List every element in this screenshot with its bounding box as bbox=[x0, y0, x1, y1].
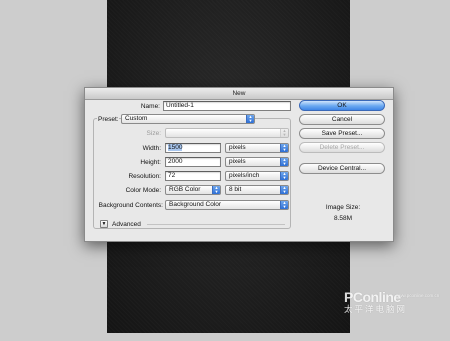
width-label: Width: bbox=[142, 145, 161, 152]
device-central-button[interactable]: Device Central... bbox=[299, 163, 385, 174]
resolution-label: Resolution: bbox=[128, 173, 161, 180]
color-mode-select[interactable]: RGB Color ▲ ▼ bbox=[165, 185, 221, 195]
width-unit-select[interactable]: pixels ▲ ▼ bbox=[225, 143, 289, 153]
chevron-up-down-icon: ▲ ▼ bbox=[280, 158, 288, 166]
chevron-up-down-icon: ▲ ▼ bbox=[280, 129, 288, 137]
background-contents-select[interactable]: Background Color ▲ ▼ bbox=[165, 200, 289, 210]
image-size-label: Image Size: bbox=[325, 204, 361, 211]
width-value: 1500 bbox=[168, 144, 183, 151]
preset-value: Custom bbox=[125, 115, 148, 122]
name-field[interactable]: Untitled-1 bbox=[163, 101, 291, 111]
watermark-url: www.pconline.com.cn bbox=[396, 293, 440, 298]
name-value: Untitled-1 bbox=[166, 102, 194, 109]
resolution-unit-select[interactable]: pixels/inch ▲ ▼ bbox=[225, 171, 289, 181]
background-contents-label: Background Contents: bbox=[98, 202, 163, 209]
chevron-up-down-icon: ▲ ▼ bbox=[280, 144, 288, 152]
height-field[interactable]: 2000 bbox=[165, 157, 221, 167]
name-label: Name: bbox=[140, 103, 160, 110]
advanced-divider bbox=[147, 224, 285, 225]
background-contents-value: Background Color bbox=[169, 201, 222, 208]
height-value: 2000 bbox=[168, 158, 183, 165]
save-preset-button[interactable]: Save Preset... bbox=[299, 128, 385, 139]
advanced-label: Advanced bbox=[112, 221, 141, 228]
width-unit: pixels bbox=[229, 144, 246, 151]
size-select[interactable]: ▲ ▼ bbox=[165, 128, 289, 138]
chevron-up-down-icon: ▲ ▼ bbox=[280, 172, 288, 180]
chevron-up-down-icon: ▲ ▼ bbox=[246, 115, 254, 123]
new-document-dialog: New Name: Untitled-1 Preset: Custom ▲ ▼ S… bbox=[84, 87, 394, 242]
watermark-tagline: 太平洋电脑网 bbox=[344, 304, 408, 314]
bit-depth-select[interactable]: 8 bit ▲ ▼ bbox=[225, 185, 289, 195]
cancel-button[interactable]: Cancel bbox=[299, 114, 385, 125]
chevron-up-down-icon: ▲ ▼ bbox=[212, 186, 220, 194]
bit-depth-value: 8 bit bbox=[229, 186, 242, 193]
height-unit: pixels bbox=[229, 158, 246, 165]
height-unit-select[interactable]: pixels ▲ ▼ bbox=[225, 157, 289, 167]
pconline-watermark: PConline www.pconline.com.cn 太平洋电脑网 bbox=[344, 290, 446, 315]
preset-select[interactable]: Custom ▲ ▼ bbox=[121, 114, 255, 124]
color-mode-value: RGB Color bbox=[169, 186, 201, 193]
resolution-value: 72 bbox=[168, 172, 176, 179]
chevron-up-down-icon: ▲ ▼ bbox=[280, 186, 288, 194]
color-mode-label: Color Mode: bbox=[125, 187, 161, 194]
dialog-title: New bbox=[85, 88, 393, 100]
size-label: Size: bbox=[146, 130, 161, 137]
width-field[interactable]: 1500 bbox=[165, 143, 221, 153]
height-label: Height: bbox=[140, 159, 161, 166]
resolution-unit: pixels/inch bbox=[229, 172, 260, 179]
chevron-up-down-icon: ▲ ▼ bbox=[280, 201, 288, 209]
advanced-disclosure-button[interactable]: ▼ bbox=[100, 220, 108, 228]
preset-label: Preset: bbox=[97, 116, 119, 123]
image-size-value: 8.58M bbox=[333, 215, 353, 222]
resolution-field[interactable]: 72 bbox=[165, 171, 221, 181]
ok-button[interactable]: OK bbox=[299, 100, 385, 111]
delete-preset-button[interactable]: Delete Preset... bbox=[299, 142, 385, 153]
triangle-down-icon: ▼ bbox=[101, 221, 107, 227]
